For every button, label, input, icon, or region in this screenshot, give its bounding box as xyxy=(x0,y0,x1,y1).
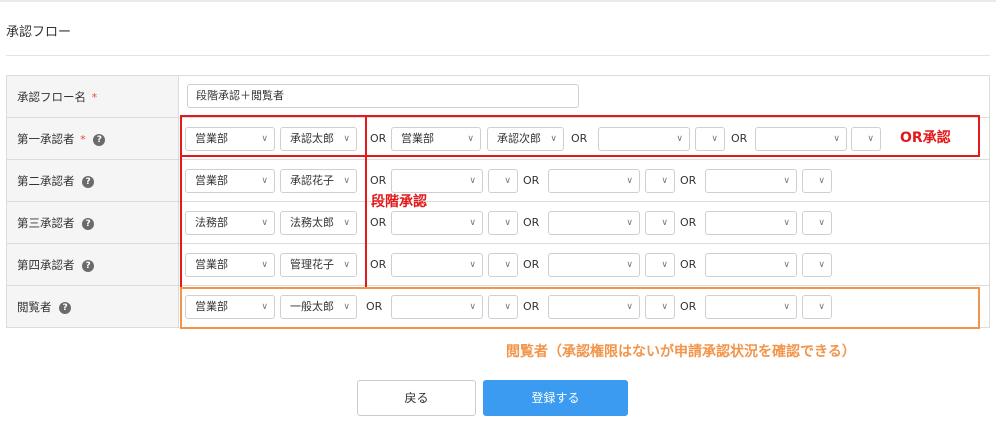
chevron-down-icon: ∨ xyxy=(818,260,825,270)
back-button[interactable]: 戻る xyxy=(357,380,476,416)
flow-name-label: 承認フロー名 xyxy=(17,89,86,104)
viewer-label: 閲覧者 xyxy=(17,299,52,314)
title-divider xyxy=(6,55,990,56)
or-label: OR xyxy=(370,216,387,229)
or-label: OR xyxy=(523,174,540,187)
person-select[interactable]: ∨ xyxy=(645,253,675,277)
flow-name-input[interactable]: 段階承認＋閲覧者 xyxy=(187,84,579,108)
dept-select[interactable]: ∨ xyxy=(391,253,483,277)
dept-select[interactable]: ∨ xyxy=(391,169,483,193)
dept-select[interactable]: ∨ xyxy=(705,211,797,235)
or-label: OR xyxy=(523,258,540,271)
approver-row-3: 第三承認者 ? 法務部 ∨ 法務太郎 ∨ OR ∨ ∨ OR ∨ ∨ OR ∨ ∨ xyxy=(6,201,990,244)
required-mark: * xyxy=(91,90,98,104)
approver-label-cell: 第二承認者 ? xyxy=(6,159,179,202)
help-icon[interactable]: ? xyxy=(82,217,95,230)
chevron-down-icon: ∨ xyxy=(504,176,511,186)
viewer-highlight-box xyxy=(180,287,980,329)
chevron-down-icon: ∨ xyxy=(818,218,825,228)
person-select[interactable]: ∨ xyxy=(802,169,832,193)
or-approval-annotation: OR承認 xyxy=(900,130,951,146)
or-label: OR xyxy=(680,216,697,229)
viewer-label-cell: 閲覧者 ? xyxy=(6,285,179,328)
chevron-down-icon: ∨ xyxy=(469,176,476,186)
chevron-down-icon: ∨ xyxy=(783,176,790,186)
flow-name-label-cell: 承認フロー名 * xyxy=(6,75,179,118)
chevron-down-icon: ∨ xyxy=(469,260,476,270)
approver-row-4: 第四承認者 ? 営業部 ∨ 管理花子 ∨ OR ∨ ∨ OR ∨ ∨ OR ∨ ∨ xyxy=(6,243,990,286)
person-select[interactable]: ∨ xyxy=(645,169,675,193)
approver-label-cell: 第三承認者 ? xyxy=(6,201,179,244)
approver-label: 第二承認者 xyxy=(17,173,75,188)
help-icon[interactable]: ? xyxy=(93,133,106,146)
person-select[interactable]: ∨ xyxy=(488,169,518,193)
dept-select[interactable]: ∨ xyxy=(705,169,797,193)
section-title: 承認フロー xyxy=(6,25,72,40)
submit-button[interactable]: 登録する xyxy=(483,380,628,416)
approver-label: 第四承認者 xyxy=(17,257,75,272)
chevron-down-icon: ∨ xyxy=(783,260,790,270)
chevron-down-icon: ∨ xyxy=(504,218,511,228)
dept-select[interactable]: ∨ xyxy=(705,253,797,277)
dept-select[interactable]: ∨ xyxy=(548,253,640,277)
stage-approval-annotation: 段階承認 xyxy=(371,194,427,210)
help-icon[interactable]: ? xyxy=(82,175,95,188)
help-icon[interactable]: ? xyxy=(59,301,72,314)
top-border xyxy=(0,0,996,2)
person-select[interactable]: ∨ xyxy=(488,253,518,277)
chevron-down-icon: ∨ xyxy=(661,218,668,228)
chevron-down-icon: ∨ xyxy=(783,218,790,228)
person-select[interactable]: ∨ xyxy=(645,211,675,235)
approver-label-cell: 第一承認者 * ? xyxy=(6,117,179,160)
chevron-down-icon: ∨ xyxy=(626,176,633,186)
chevron-down-icon: ∨ xyxy=(626,218,633,228)
dept-select[interactable]: ∨ xyxy=(391,211,483,235)
approver-label: 第一承認者 xyxy=(17,131,75,146)
approver-label: 第三承認者 xyxy=(17,215,75,230)
viewer-annotation: 閲覧者（承認権限はないが申請承認状況を確認できる） xyxy=(506,344,856,360)
chevron-down-icon: ∨ xyxy=(469,218,476,228)
chevron-down-icon: ∨ xyxy=(661,176,668,186)
or-label: OR xyxy=(680,258,697,271)
chevron-down-icon: ∨ xyxy=(626,260,633,270)
approver-row-2: 第二承認者 ? 営業部 ∨ 承認花子 ∨ OR ∨ ∨ OR ∨ ∨ OR ∨ ∨ xyxy=(6,159,990,202)
person-select[interactable]: ∨ xyxy=(488,211,518,235)
chevron-down-icon: ∨ xyxy=(818,176,825,186)
flow-name-field-cell: 段階承認＋閲覧者 xyxy=(178,75,990,118)
help-icon[interactable]: ? xyxy=(82,259,95,272)
dept-select[interactable]: ∨ xyxy=(548,211,640,235)
person-select[interactable]: ∨ xyxy=(802,211,832,235)
or-label: OR xyxy=(680,174,697,187)
stage-approval-highlight-box xyxy=(180,115,367,289)
required-mark: * xyxy=(80,132,86,146)
or-label: OR xyxy=(370,174,387,187)
dept-select[interactable]: ∨ xyxy=(548,169,640,193)
flow-name-row: 承認フロー名 * 段階承認＋閲覧者 xyxy=(6,75,990,118)
chevron-down-icon: ∨ xyxy=(504,260,511,270)
or-label: OR xyxy=(370,258,387,271)
approver-label-cell: 第四承認者 ? xyxy=(6,243,179,286)
or-label: OR xyxy=(523,216,540,229)
person-select[interactable]: ∨ xyxy=(802,253,832,277)
chevron-down-icon: ∨ xyxy=(661,260,668,270)
